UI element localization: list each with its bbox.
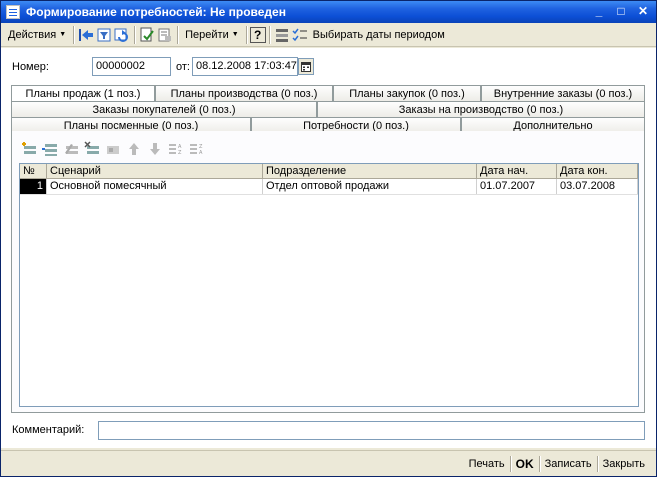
- sales-plans-table: № Сценарий Подразделение Дата нач. Дата …: [19, 163, 639, 407]
- comment-input[interactable]: [98, 421, 645, 440]
- select-dates-label: Выбирать даты периодом: [312, 28, 445, 41]
- tab-purchase-plans[interactable]: Планы закупок (0 поз.): [333, 85, 481, 102]
- scenario-cell[interactable]: Основной помесячный: [47, 179, 263, 194]
- close-button[interactable]: Закрыть: [598, 455, 650, 473]
- start-date-cell[interactable]: 01.07.2007: [477, 179, 557, 194]
- svg-text:A: A: [199, 150, 203, 156]
- help-button[interactable]: ?: [249, 26, 266, 43]
- column-header-start-date[interactable]: Дата нач.: [477, 164, 557, 178]
- end-date-cell[interactable]: 03.07.2008: [557, 179, 638, 194]
- bottom-button-bar: Печать OK Записать Закрыть: [1, 450, 656, 476]
- tab-production-orders[interactable]: Заказы на производство (0 поз.): [317, 101, 645, 118]
- table-header: № Сценарий Подразделение Дата нач. Дата …: [20, 164, 638, 179]
- toolbar-separator: [245, 25, 247, 44]
- toolbar-separator: [177, 25, 179, 44]
- tab-row-1: Планы продаж (1 поз.) Планы производства…: [11, 85, 645, 102]
- row-number-cell[interactable]: 1: [20, 179, 47, 194]
- toolbar-separator: [134, 25, 136, 44]
- print-preview-icon[interactable]: [156, 26, 174, 44]
- goto-menu-button[interactable]: Перейти ▼: [181, 25, 243, 45]
- select-dates-period-button[interactable]: Выбирать даты периодом: [309, 25, 449, 45]
- table-row[interactable]: 1 Основной помесячный Отдел оптовой прод…: [20, 179, 638, 195]
- help-icon: ?: [254, 27, 262, 42]
- tab-internal-orders[interactable]: Внутренние заказы (0 поз.): [481, 85, 645, 102]
- move-down-icon[interactable]: [146, 140, 164, 158]
- column-header-department[interactable]: Подразделение: [263, 164, 477, 178]
- tab-row-2: Заказы покупателей (0 поз.) Заказы на пр…: [11, 101, 645, 118]
- toolbar-separator: [73, 25, 75, 44]
- window-title: Формирование потребностей: Не проведен: [26, 5, 286, 19]
- minimize-button[interactable]: _: [592, 4, 606, 18]
- actions-menu-button[interactable]: Действия ▼: [4, 25, 70, 45]
- chevron-down-icon: ▼: [59, 31, 67, 38]
- post-document-icon[interactable]: [138, 26, 156, 44]
- back-arrow-icon[interactable]: [77, 26, 95, 44]
- window-controls: _ □ ✕: [592, 4, 650, 18]
- number-field[interactable]: 00000002: [92, 57, 171, 76]
- structure-icon[interactable]: [273, 26, 291, 44]
- form-body: Номер: 00000002 от: 08.12.2008 17:03:47 …: [1, 48, 656, 448]
- calendar-button[interactable]: [298, 58, 314, 75]
- from-label: от:: [176, 61, 190, 73]
- tab-panel-sales-plans: AZ ZA № Сценарий Подразделение Дата нач.…: [11, 131, 645, 413]
- filter-icon[interactable]: [95, 26, 113, 44]
- delete-row-icon[interactable]: [83, 140, 101, 158]
- department-cell[interactable]: Отдел оптовой продажи: [263, 179, 477, 194]
- title-bar[interactable]: Формирование потребностей: Не проведен _…: [1, 1, 656, 23]
- toolbar-separator: [268, 25, 270, 44]
- svg-text:Z: Z: [178, 150, 182, 156]
- end-edit-icon[interactable]: [104, 140, 122, 158]
- copy-row-icon[interactable]: [41, 140, 59, 158]
- print-button[interactable]: Печать: [464, 455, 510, 473]
- ok-button[interactable]: OK: [511, 455, 539, 473]
- grid-toolbar: AZ ZA: [20, 139, 206, 159]
- add-row-icon[interactable]: [20, 140, 38, 158]
- save-button[interactable]: Записать: [540, 455, 597, 473]
- date-field[interactable]: 08.12.2008 17:03:47: [192, 57, 298, 76]
- tab-customer-orders[interactable]: Заказы покупателей (0 поз.): [11, 101, 317, 118]
- sort-descending-icon[interactable]: ZA: [188, 140, 206, 158]
- list-settings-icon[interactable]: [291, 26, 309, 44]
- calendar-icon: [301, 61, 311, 72]
- column-header-scenario[interactable]: Сценарий: [47, 164, 263, 178]
- document-icon: [6, 5, 20, 19]
- refresh-icon[interactable]: [113, 26, 131, 44]
- column-header-end-date[interactable]: Дата кон.: [557, 164, 638, 178]
- maximize-button[interactable]: □: [614, 4, 628, 18]
- comment-label: Комментарий:: [12, 424, 85, 436]
- actions-label: Действия: [8, 28, 57, 41]
- close-window-button[interactable]: ✕: [636, 4, 650, 18]
- goto-label: Перейти: [185, 28, 229, 41]
- tab-sales-plans[interactable]: Планы продаж (1 поз.): [11, 85, 155, 102]
- sort-ascending-icon[interactable]: AZ: [167, 140, 185, 158]
- number-label: Номер:: [12, 61, 49, 73]
- edit-row-icon[interactable]: [62, 140, 80, 158]
- tab-production-plans[interactable]: Планы производства (0 поз.): [155, 85, 333, 102]
- chevron-down-icon: ▼: [231, 31, 239, 38]
- move-up-icon[interactable]: [125, 140, 143, 158]
- column-header-number[interactable]: №: [20, 164, 47, 178]
- document-window: Формирование потребностей: Не проведен _…: [0, 0, 657, 477]
- main-toolbar: Действия ▼ Перейти ▼ ? Выбирать даты пер…: [1, 23, 656, 47]
